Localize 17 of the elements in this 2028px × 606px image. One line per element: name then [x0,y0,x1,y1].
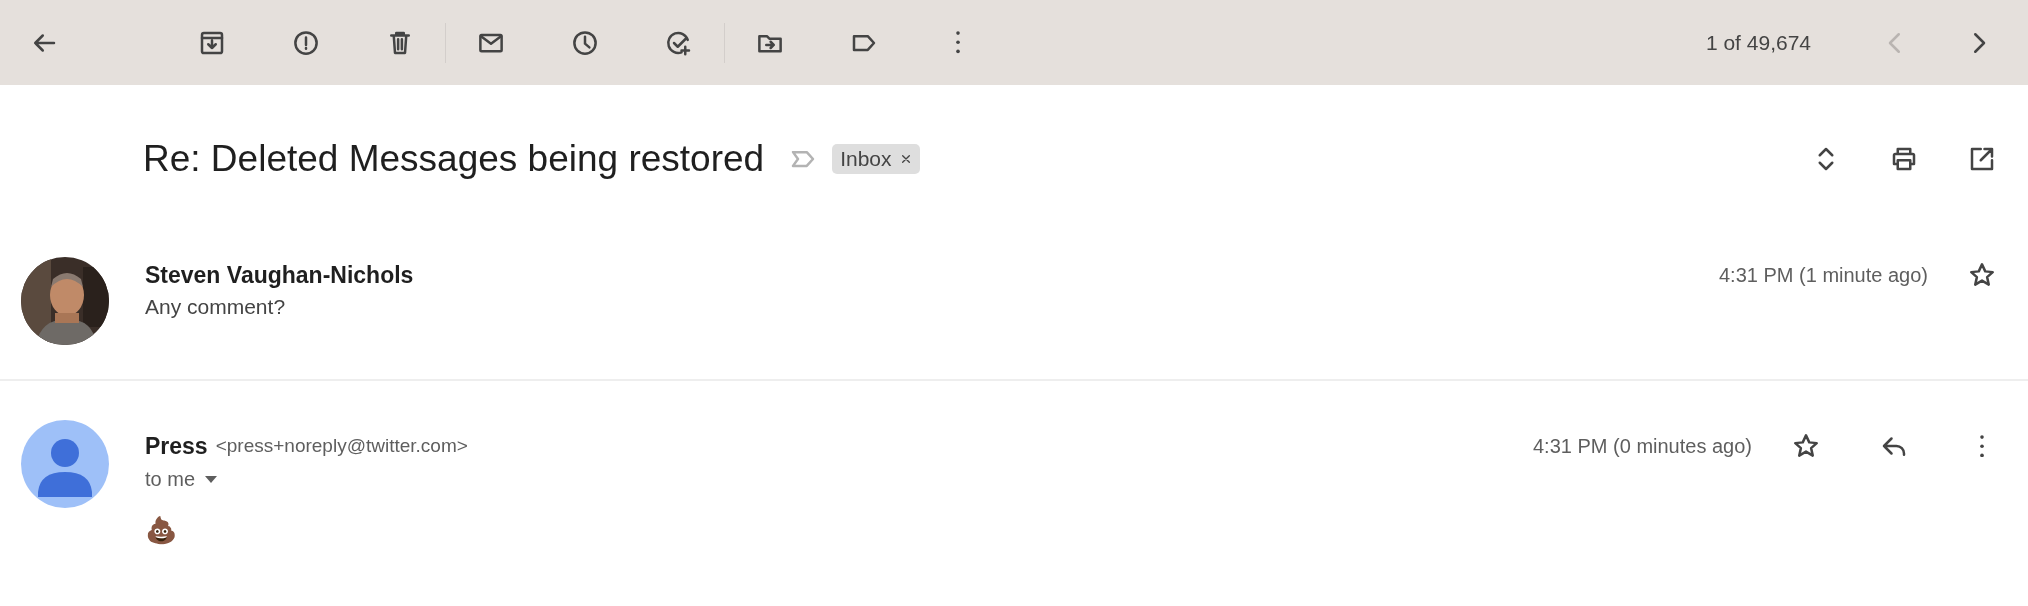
subject-title: Re: Deleted Messages being restored [143,138,765,180]
message-snippet: Any comment? [145,295,287,319]
message-card[interactable]: Press <press+noreply@twitter.com> 4:31 PM (0 minutes ago) to me 💩 [0,381,2028,601]
more-vertical-icon [955,31,961,54]
sender-name: Steven Vaughan-Nichols [145,261,414,289]
more-vertical-icon [1979,434,1985,458]
dropdown-caret-icon[interactable] [205,476,218,483]
avatar-icon [21,420,109,508]
message-time: 4:31 PM (1 minute ago) [1719,263,1928,287]
message-counter: 1 of 49,674 [1705,30,1811,55]
message-body: 💩 [145,515,177,545]
sender-email: <press+noreply@twitter.com> [215,435,468,457]
label-chip[interactable]: Inbox [832,144,920,174]
recipient-details[interactable]: to me [145,468,196,491]
sender-name: Press [145,432,208,460]
message-time: 4:31 PM (0 minutes ago) [1533,434,1752,458]
message-card[interactable]: Steven Vaughan-Nichols 4:31 PM (1 minute ago) Any comment? [0,233,2028,381]
